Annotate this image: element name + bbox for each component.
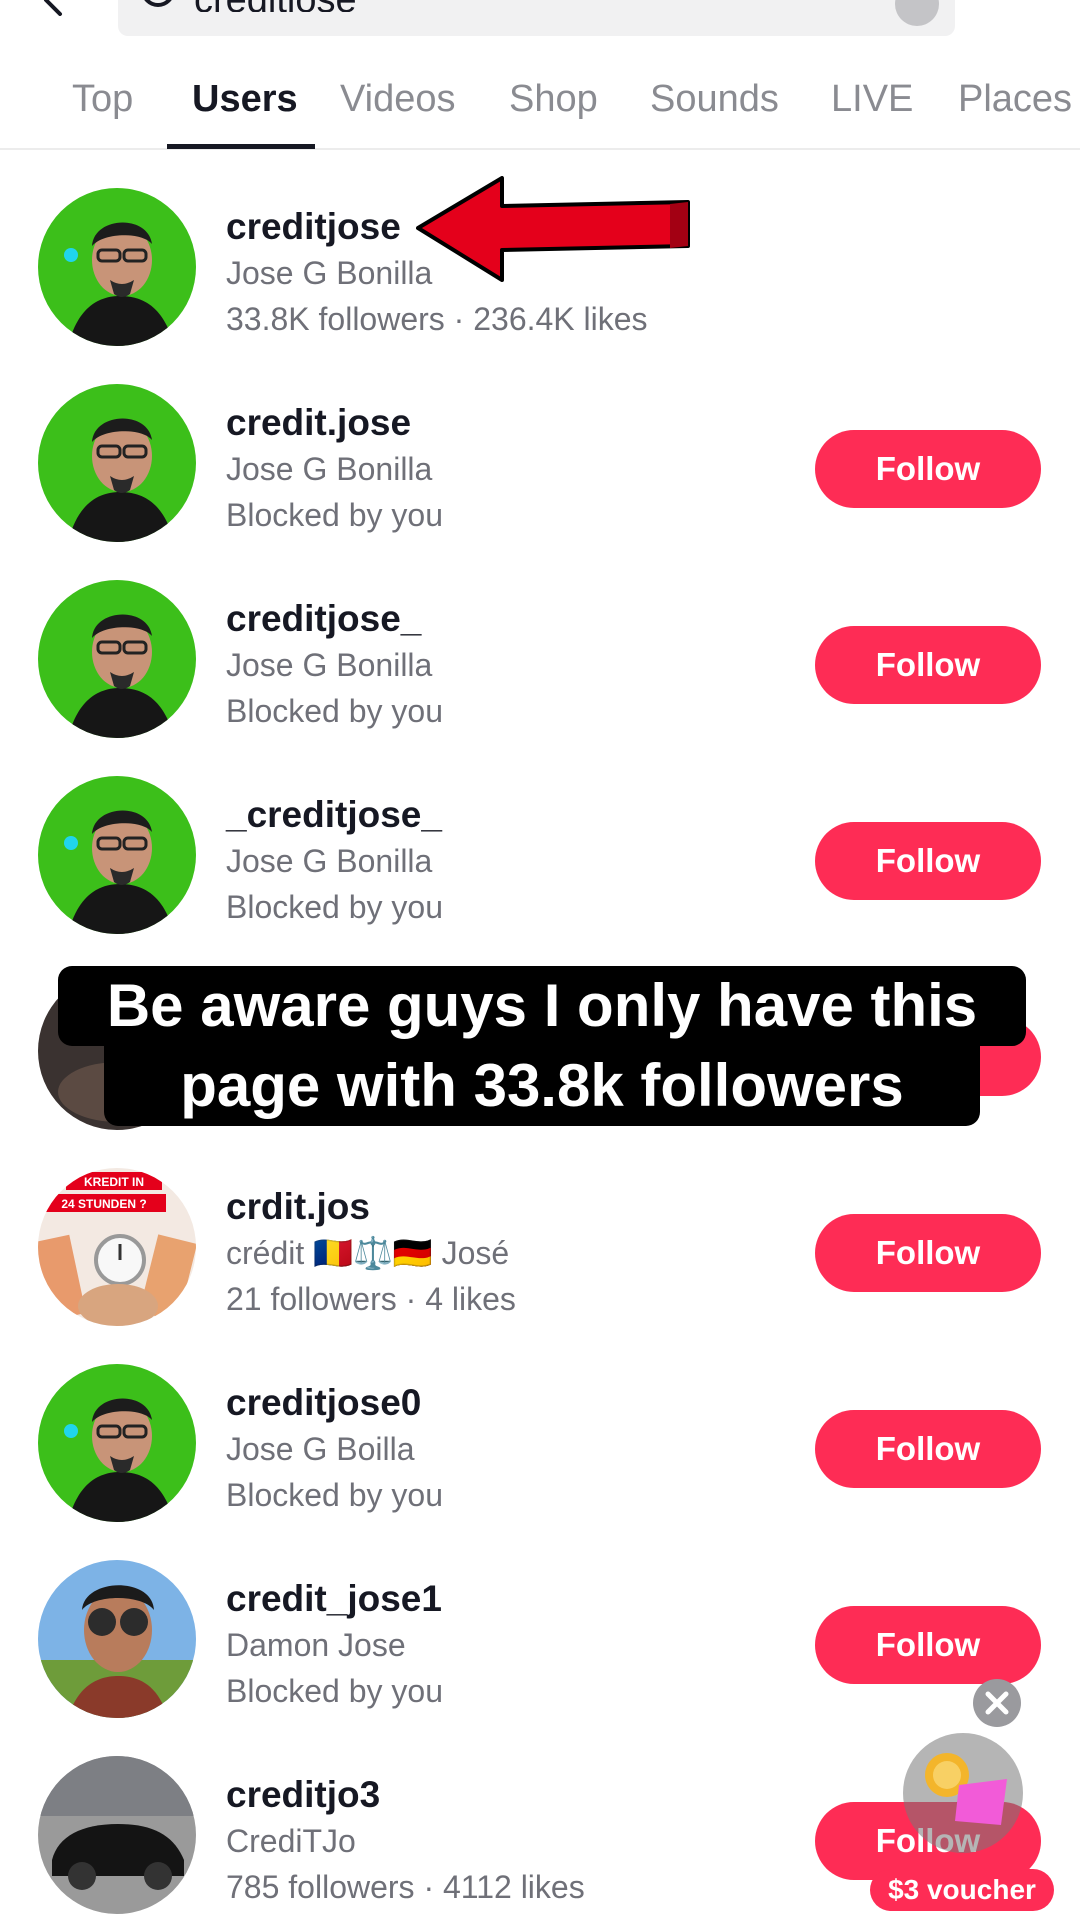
back-arrow-icon[interactable] <box>38 0 70 16</box>
user-info: _creditjose_ Jose G Bonilla Blocked by y… <box>226 792 786 930</box>
follow-button[interactable]: Follow <box>815 626 1041 704</box>
follow-button[interactable]: Follow <box>815 1410 1041 1488</box>
tab-places[interactable]: Places <box>958 78 1072 150</box>
caption-line-1: Be aware guys I only have this <box>58 966 1026 1046</box>
avatar[interactable] <box>38 1560 196 1718</box>
nickname: Damon Jose <box>226 1627 406 1663</box>
nickname: Jose G Bonilla <box>226 451 433 487</box>
nickname: Jose G Boilla <box>226 1431 415 1467</box>
video-caption-overlay: Be aware guys I only have this page with… <box>0 966 1080 1146</box>
avatar[interactable] <box>38 1364 196 1522</box>
svg-text:KREDIT IN: KREDIT IN <box>84 1175 144 1189</box>
follow-button[interactable]: Follow <box>815 1214 1041 1292</box>
search-query-text: creditjose <box>194 0 357 12</box>
avatar[interactable] <box>38 188 196 346</box>
selfie-avatar-icon <box>38 1560 196 1718</box>
tab-sounds[interactable]: Sounds <box>650 78 779 150</box>
username: credit_jose1 <box>226 1578 442 1619</box>
voucher-coin-widget[interactable] <box>903 1733 1023 1853</box>
search-header: creditjose <box>0 0 1080 40</box>
clear-search-icon[interactable] <box>895 0 939 26</box>
username: creditjo3 <box>226 1774 381 1815</box>
avatar[interactable] <box>38 776 196 934</box>
user-info: creditjose_ Jose G Bonilla Blocked by yo… <box>226 596 786 734</box>
username: credit.jose <box>226 402 412 443</box>
user-info: creditjo3 CrediTJo 785 followers · 4112 … <box>226 1772 786 1910</box>
user-row-creditjose0[interactable]: creditjose0 Jose G Boilla Blocked by you… <box>0 1336 1080 1532</box>
username: _creditjose_ <box>226 794 442 835</box>
red-arrow-annotation-icon <box>416 176 690 282</box>
user-info: credit_jose1 Damon Jose Blocked by you <box>226 1576 786 1714</box>
portrait-avatar-icon <box>38 580 196 738</box>
portrait-avatar-icon <box>38 384 196 542</box>
tab-live[interactable]: LIVE <box>831 78 913 150</box>
user-stats: 33.8K followers · 236.4K likes <box>226 301 648 337</box>
nickname: Jose G Bonilla <box>226 647 433 683</box>
user-row-credit-jose[interactable]: credit.jose Jose G Bonilla Blocked by yo… <box>0 356 1080 552</box>
user-row-creditjose-underscore[interactable]: creditjose_ Jose G Bonilla Blocked by yo… <box>0 552 1080 748</box>
search-input[interactable]: creditjose <box>118 0 955 36</box>
user-stats: Blocked by you <box>226 1673 444 1709</box>
caption-line-2: page with 33.8k followers <box>104 1046 980 1126</box>
follow-button[interactable]: Follow <box>815 1606 1041 1684</box>
money-stopwatch-avatar-icon: KREDIT IN 24 STUNDEN ? <box>38 1168 196 1326</box>
user-stats: 785 followers · 4112 likes <box>226 1869 585 1905</box>
user-row-crdit-jos[interactable]: KREDIT IN 24 STUNDEN ? crdit.jos crédit … <box>0 1140 1080 1336</box>
tab-top[interactable]: Top <box>72 78 133 150</box>
nickname: crédit 🇷🇴⚖️🇩🇪 José <box>226 1235 510 1271</box>
username: creditjose0 <box>226 1382 422 1423</box>
portrait-avatar-icon <box>38 776 196 934</box>
username: crdit.jos <box>226 1186 370 1227</box>
active-tab-indicator <box>167 144 315 149</box>
user-info: credit.jose Jose G Bonilla Blocked by yo… <box>226 400 786 538</box>
user-stats: Blocked by you <box>226 693 444 729</box>
voucher-badge[interactable]: $3 voucher <box>870 1869 1054 1911</box>
nickname: Jose G Bonilla <box>226 843 433 879</box>
avatar[interactable] <box>38 580 196 738</box>
avatar[interactable] <box>38 384 196 542</box>
user-info: creditjose0 Jose G Boilla Blocked by you <box>226 1380 786 1518</box>
user-info: crdit.jos crédit 🇷🇴⚖️🇩🇪 José 21 follower… <box>226 1184 786 1322</box>
follow-button[interactable]: Follow <box>815 822 1041 900</box>
user-stats: Blocked by you <box>226 497 444 533</box>
user-row-credit-jose1[interactable]: credit_jose1 Damon Jose Blocked by you F… <box>0 1532 1080 1728</box>
username: creditjose_ <box>226 598 422 639</box>
user-row-underscore-creditjose[interactable]: _creditjose_ Jose G Bonilla Blocked by y… <box>0 748 1080 944</box>
user-stats: 21 followers · 4 likes <box>226 1281 516 1317</box>
avatar[interactable] <box>38 1756 196 1914</box>
close-voucher-icon[interactable] <box>973 1679 1021 1727</box>
search-tabs: Top Users Videos Shop Sounds LIVE Places <box>0 64 1080 150</box>
tab-users[interactable]: Users <box>192 78 298 150</box>
avatar[interactable]: KREDIT IN 24 STUNDEN ? <box>38 1168 196 1326</box>
portrait-avatar-icon <box>38 188 196 346</box>
user-stats: Blocked by you <box>226 1477 444 1513</box>
search-icon <box>144 0 172 7</box>
tab-videos[interactable]: Videos <box>340 78 456 150</box>
portrait-avatar-icon <box>38 1364 196 1522</box>
car-avatar-icon <box>38 1756 196 1914</box>
gift-coin-icon <box>925 1753 1007 1825</box>
follow-button[interactable]: Follow <box>815 430 1041 508</box>
nickname: CrediTJo <box>226 1823 356 1859</box>
search-results-screen: creditjose Top Users Videos Shop Sounds … <box>0 0 1080 1920</box>
svg-text:24 STUNDEN ?: 24 STUNDEN ? <box>61 1197 146 1211</box>
user-stats: Blocked by you <box>226 889 444 925</box>
tab-shop[interactable]: Shop <box>509 78 598 150</box>
